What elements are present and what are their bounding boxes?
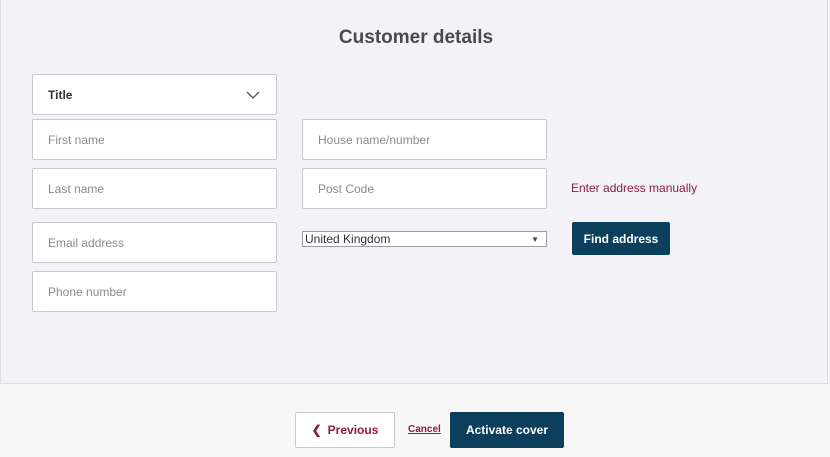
house-number-input[interactable] bbox=[318, 132, 528, 147]
postcode-field-wrapper bbox=[302, 168, 547, 209]
chevron-down-icon bbox=[246, 91, 260, 99]
last-name-input[interactable] bbox=[48, 181, 258, 196]
phone-input[interactable] bbox=[48, 284, 258, 299]
country-select-value: United Kingdom bbox=[305, 232, 391, 246]
postcode-input[interactable] bbox=[318, 181, 528, 196]
email-field-wrapper bbox=[32, 222, 277, 263]
cancel-link[interactable]: Cancel bbox=[408, 424, 441, 435]
enter-address-manually-link[interactable]: Enter address manually bbox=[571, 181, 697, 195]
previous-button-label: Previous bbox=[327, 423, 379, 437]
page-title: Customer details bbox=[338, 27, 494, 48]
activate-cover-button[interactable]: Activate cover bbox=[450, 412, 564, 448]
first-name-input[interactable] bbox=[48, 132, 258, 147]
title-select[interactable]: Title bbox=[32, 74, 277, 115]
house-field-wrapper bbox=[302, 119, 547, 160]
customer-details-panel: Customer details Title United Kingdom ▼ … bbox=[0, 0, 828, 384]
first-name-field-wrapper bbox=[32, 119, 277, 160]
title-select-value: Title bbox=[48, 87, 73, 102]
last-name-field-wrapper bbox=[32, 168, 277, 209]
previous-button[interactable]: ❮ Previous bbox=[295, 412, 395, 448]
phone-field-wrapper bbox=[32, 271, 277, 312]
triangle-down-icon: ▼ bbox=[531, 234, 539, 244]
chevron-left-icon: ❮ bbox=[311, 423, 322, 437]
country-select[interactable]: United Kingdom ▼ bbox=[302, 231, 547, 247]
find-address-button[interactable]: Find address bbox=[572, 222, 670, 255]
email-input[interactable] bbox=[48, 235, 258, 250]
